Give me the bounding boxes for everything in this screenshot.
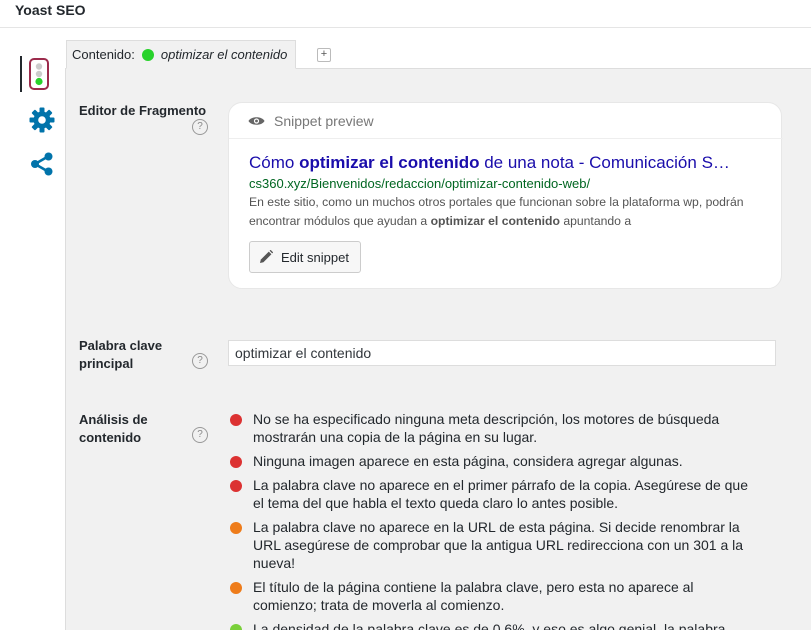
list-item: La palabra clave no aparece en el primer…	[230, 476, 750, 512]
share-icon	[31, 152, 53, 176]
analysis-text: La densidad de la palabra clave es de 0.…	[253, 621, 726, 630]
snippet-preview-heading: Snippet preview	[274, 112, 374, 129]
tab-label: Contenido:	[72, 47, 135, 62]
add-keyword-button[interactable]: +	[317, 48, 331, 62]
sidebar	[0, 28, 66, 630]
snippet-title-post: de una nota - Comunicación S…	[479, 153, 730, 172]
list-item: Ninguna imagen aparece en esta página, c…	[230, 452, 750, 470]
tab-score-dot	[141, 48, 154, 61]
focus-keyword-input[interactable]	[228, 340, 776, 366]
help-focus-keyword-icon[interactable]: ?	[192, 353, 208, 369]
sidebar-item-social[interactable]	[24, 146, 60, 182]
score-bullet-icon	[230, 522, 242, 534]
list-item: No se ha especificado ninguna meta descr…	[230, 410, 750, 446]
score-bullet-icon	[230, 582, 242, 594]
analysis-text: El título de la página contiene la palab…	[253, 579, 694, 613]
analysis-text: Ninguna imagen aparece en esta página, c…	[253, 453, 683, 469]
analysis-text: La palabra clave no aparece en la URL de…	[253, 519, 744, 571]
snippet-title[interactable]: Cómo optimizar el contenido de una nota …	[249, 153, 769, 173]
panel-header: Yoast SEO	[0, 0, 811, 28]
edit-snippet-label: Edit snippet	[281, 249, 349, 265]
edit-snippet-button[interactable]: Edit snippet	[249, 241, 361, 273]
analysis-text: La palabra clave no aparece en el primer…	[253, 477, 748, 511]
panel-title: Yoast SEO	[15, 2, 86, 18]
content-analysis-label: Análisis de contenido	[79, 411, 148, 447]
score-bullet-icon	[230, 480, 242, 492]
pencil-icon	[260, 250, 273, 263]
snippet-title-keyword: optimizar el contenido	[299, 153, 480, 172]
list-item: La densidad de la palabra clave es de 0.…	[230, 620, 750, 630]
help-content-analysis-icon[interactable]: ?	[192, 427, 208, 443]
traffic-light-icon	[29, 58, 49, 90]
list-item: La palabra clave no aparece en la URL de…	[230, 518, 750, 572]
snippet-title-pre: Cómo	[249, 153, 300, 172]
sidebar-item-advanced[interactable]	[24, 102, 60, 138]
help-snippet-editor-icon[interactable]: ?	[192, 119, 208, 135]
sidebar-item-content-analysis[interactable]	[20, 56, 56, 92]
snippet-description[interactable]: En este sitio, como un muchos otros port…	[249, 193, 759, 231]
content-analysis-label-line1: Análisis de	[79, 412, 148, 427]
content-panel: Editor de Fragmento ? Snippet preview Có…	[65, 68, 811, 630]
snippet-desc-post: apuntando a	[559, 214, 632, 228]
score-bullet-icon	[230, 456, 242, 468]
gear-icon	[29, 107, 55, 133]
score-bullet-icon	[230, 624, 242, 630]
focus-keyword-label: Palabra clave principal	[79, 337, 162, 373]
tab-keyword: optimizar el contenido	[160, 47, 288, 62]
content-analysis-label-line2: contenido	[79, 430, 142, 445]
score-bullet-icon	[230, 414, 242, 426]
eye-icon	[248, 116, 265, 125]
tab-content-analysis[interactable]: Contenido: optimizar el contenido	[66, 40, 297, 69]
list-item: El título de la página contiene la palab…	[230, 578, 750, 614]
focus-keyword-label-line2: principal	[79, 356, 134, 371]
snippet-desc-keyword: optimizar el contenido	[430, 214, 560, 228]
analysis-text: No se ha especificado ninguna meta descr…	[253, 411, 720, 445]
snippet-editor-label: Editor de Fragmento	[79, 103, 207, 118]
analysis-results-list: No se ha especificado ninguna meta descr…	[230, 410, 750, 630]
snippet-preview-card: Snippet preview Cómo optimizar el conten…	[228, 102, 783, 289]
snippet-preview-header: Snippet preview	[229, 103, 783, 139]
focus-keyword-label-line1: Palabra clave	[79, 338, 163, 353]
snippet-url[interactable]: cs360.xyz/Bienvenidos/redaccion/optimiza…	[249, 176, 590, 191]
